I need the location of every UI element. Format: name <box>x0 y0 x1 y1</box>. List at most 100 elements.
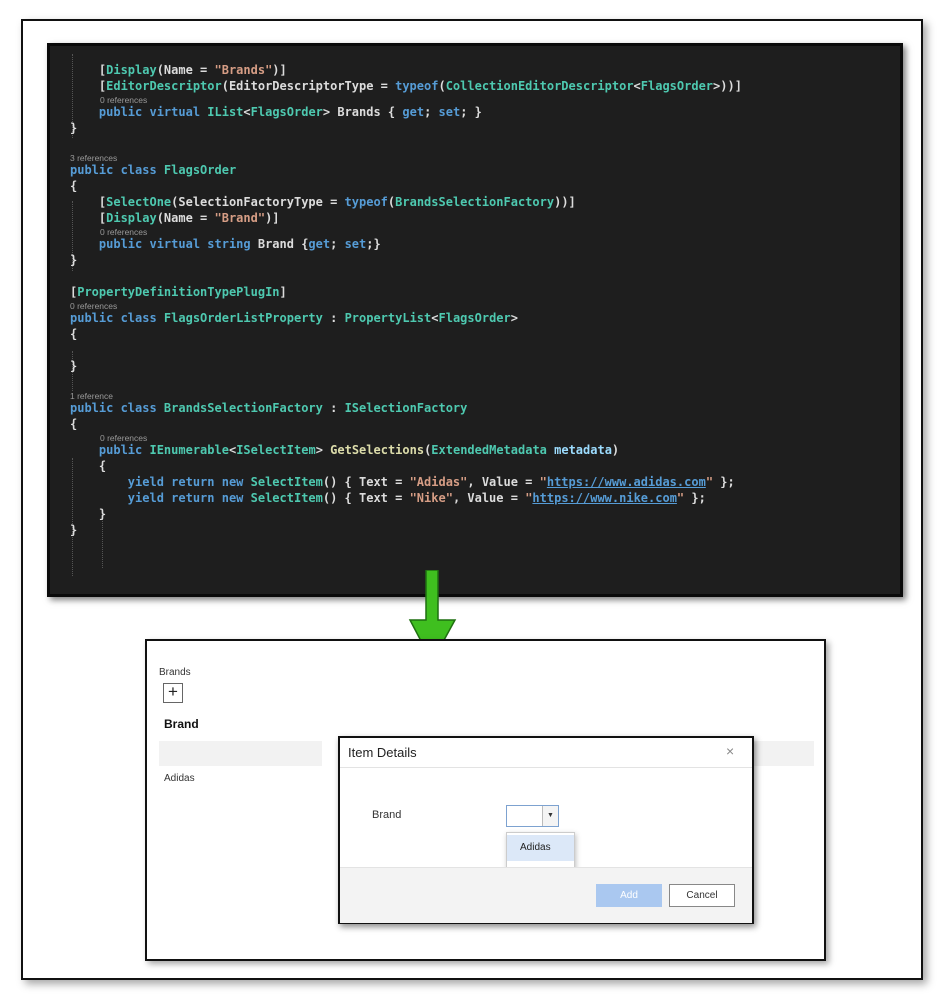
code-line: [SelectOne(SelectionFactoryType = typeof… <box>70 194 576 210</box>
code-token: FlagsOrder <box>163 163 237 177</box>
code-token: , Value = <box>452 491 526 505</box>
code-line: } <box>70 522 77 538</box>
code-token[interactable]: https://www.adidas.com <box>547 475 706 489</box>
code-token: ISelectItem <box>236 443 316 457</box>
code-token: public class <box>70 163 164 177</box>
chevron-down-icon[interactable]: ▼ <box>542 806 558 826</box>
code-token: yield return new <box>70 491 251 505</box>
code-token: () { Text = <box>322 475 410 489</box>
code-token: Display <box>106 63 157 77</box>
code-token: typeof <box>395 79 439 93</box>
table-row[interactable]: Adidas <box>164 773 195 784</box>
code-token: FlagsOrder <box>438 311 511 325</box>
code-token: "Brand" <box>214 211 266 225</box>
code-line: public virtual IList<FlagsOrder> Brands … <box>70 104 482 120</box>
code-token: Brand { <box>257 237 309 251</box>
brand-field-label: Brand <box>372 809 402 821</box>
code-token: set <box>344 237 367 251</box>
code-token: ) <box>611 443 620 457</box>
code-line: [Display(Name = "Brand")] <box>70 210 280 226</box>
code-token: [ <box>70 211 107 225</box>
code-token: SelectOne <box>106 195 172 209</box>
code-token: BrandsSelectionFactory <box>163 401 323 415</box>
code-token: ExtendedMetadata <box>431 443 547 457</box>
cancel-button[interactable]: Cancel <box>669 884 735 907</box>
code-line: public virtual string Brand {get; set;} <box>70 236 381 252</box>
code-token: (Name = <box>156 211 215 225</box>
code-token: () { Text = <box>322 491 410 505</box>
code-token: set <box>438 105 461 119</box>
dropdown-option-adidas[interactable]: Adidas <box>507 835 574 861</box>
code-line: public class FlagsOrderListProperty : Pr… <box>70 310 518 326</box>
code-token: } <box>70 507 107 521</box>
code-token: "Nike" <box>409 491 453 505</box>
code-token: { <box>70 417 78 431</box>
code-token: yield return new <box>70 475 251 489</box>
code-line: [EditorDescriptor(EditorDescriptorType =… <box>70 78 742 94</box>
code-token: public virtual string <box>70 237 258 251</box>
code-token: FlagsOrderListProperty <box>163 311 323 325</box>
code-token: public <box>70 443 150 457</box>
code-line: [Display(Name = "Brands")] <box>70 62 287 78</box>
code-token: < <box>633 79 641 93</box>
code-token: ] <box>279 285 287 299</box>
code-line: public IEnumerable<ISelectItem> GetSelec… <box>70 442 619 458</box>
code-token: typeof <box>344 195 388 209</box>
code-token: metadata <box>554 443 612 457</box>
code-line: { <box>70 326 77 342</box>
code-token: (Name = <box>156 63 215 77</box>
code-token: ;} <box>366 237 381 251</box>
code-token: "Adidas" <box>409 475 468 489</box>
dialog-footer: Add Cancel <box>340 867 752 923</box>
code-token: GetSelections <box>330 443 425 457</box>
code-token: [ <box>70 195 107 209</box>
code-token: ISelectionFactory <box>344 401 468 415</box>
code-line: yield return new SelectItem() { Text = "… <box>70 490 706 506</box>
code-token: ( <box>438 79 446 93</box>
code-token: , Value = <box>467 475 540 489</box>
code-token: < <box>243 105 251 119</box>
code-line: public class BrandsSelectionFactory : IS… <box>70 400 467 416</box>
code-token: ; <box>424 105 439 119</box>
code-token: public class <box>70 311 164 325</box>
code-line: { <box>70 178 77 194</box>
code-token: : <box>322 401 345 415</box>
code-token: (SelectionFactoryType = <box>171 195 345 209</box>
brand-select[interactable]: ▼ <box>506 805 559 827</box>
code-line: } <box>70 120 77 136</box>
code-editor: [Display(Name = "Brands")] [EditorDescri… <box>47 43 903 597</box>
property-label: Brands <box>159 667 191 678</box>
code-token: { <box>70 179 78 193</box>
code-token[interactable]: https://www.nike.com <box>532 491 677 505</box>
code-token: get <box>402 105 425 119</box>
code-token: [ <box>70 63 107 77</box>
code-token: )] <box>265 211 280 225</box>
code-token: public virtual <box>70 105 208 119</box>
code-token: get <box>308 237 331 251</box>
code-token: public class <box>70 401 164 415</box>
code-token: < <box>431 311 439 325</box>
code-line: } <box>70 358 77 374</box>
code-token: } <box>70 359 78 373</box>
code-token: Display <box>106 211 157 225</box>
code-token: FlagsOrder <box>250 105 323 119</box>
code-line: yield return new SelectItem() { Text = "… <box>70 474 735 490</box>
dialog-title: Item Details <box>348 745 417 760</box>
code-token: [ <box>70 79 107 93</box>
code-token: > <box>315 443 331 457</box>
code-token: "Brands" <box>214 63 273 77</box>
code-token: } <box>70 253 78 267</box>
code-token: FlagsOrder <box>640 79 714 93</box>
code-token: } <box>70 121 78 135</box>
code-token: : <box>322 311 345 325</box>
code-token: BrandsSelectionFactory <box>395 195 555 209</box>
code-token: " <box>705 475 714 489</box>
code-token: PropertyList <box>344 311 432 325</box>
close-icon[interactable]: × <box>726 743 734 759</box>
code-line: { <box>70 458 106 474</box>
code-token: IEnumerable <box>149 443 229 457</box>
add-item-button[interactable]: + <box>163 683 183 703</box>
add-button[interactable]: Add <box>596 884 662 907</box>
code-token: SelectItem <box>250 491 323 505</box>
code-token: (EditorDescriptorType = <box>221 79 396 93</box>
